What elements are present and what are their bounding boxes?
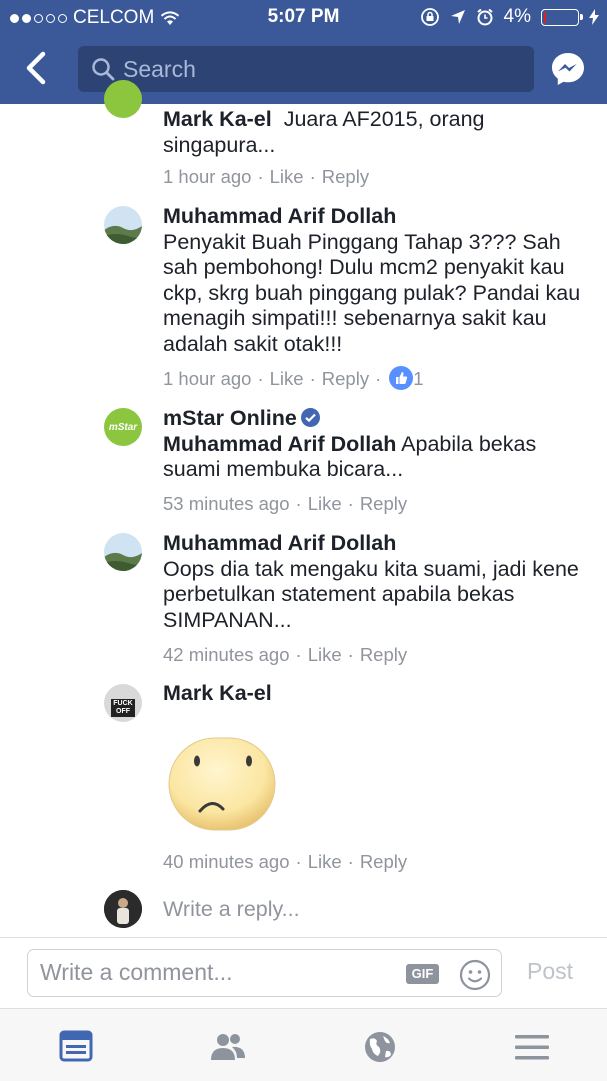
comment-time: 42 minutes ago (163, 644, 290, 665)
news-feed-icon[interactable] (56, 1027, 96, 1067)
like-link[interactable]: Like (308, 851, 342, 872)
comment-author[interactable]: Mark Ka-el (163, 681, 593, 707)
status-bar: CELCOM 5:07 PM 4% (0, 0, 607, 34)
emoji-icon[interactable] (459, 959, 491, 991)
sad-face-sticker[interactable] (165, 735, 279, 835)
comment-placeholder: Write a comment... (40, 959, 233, 985)
comment-meta: 53 minutes ago · Like · Reply (163, 493, 408, 514)
comment-composer: Write a comment... GIF Post (0, 937, 607, 1008)
reply-link[interactable]: Reply (360, 493, 407, 514)
post-button[interactable]: Post (527, 958, 573, 985)
charging-bolt-icon (589, 9, 599, 25)
comment-body: Muhammad Arif Dollah Penyakit Buah Pingg… (163, 204, 593, 357)
back-arrow-icon[interactable] (20, 50, 54, 86)
avatar[interactable] (104, 533, 142, 571)
globe-icon[interactable] (360, 1027, 400, 1067)
comment-body: mStar Online Muhammad Arif Dollah Apabil… (163, 406, 593, 483)
avatar[interactable] (104, 80, 142, 118)
like-link[interactable]: Like (308, 644, 342, 665)
search-icon (92, 58, 115, 81)
comment-time: 1 hour ago (163, 166, 252, 187)
comment-time: 53 minutes ago (163, 493, 290, 514)
comment-meta: 1 hour ago · Like · Reply (163, 166, 370, 187)
comment-input[interactable]: Write a comment... GIF (27, 949, 502, 997)
messenger-icon[interactable] (550, 51, 586, 87)
bottom-tab-bar (0, 1008, 607, 1081)
person-photo-icon (104, 890, 142, 928)
like-link[interactable]: Like (270, 368, 304, 389)
like-link[interactable]: Like (270, 166, 304, 187)
mention-link[interactable]: Muhammad Arif Dollah (163, 432, 396, 456)
landscape-photo-icon (104, 206, 142, 244)
reply-link[interactable]: Reply (322, 166, 369, 187)
comment-author[interactable]: mStar Online (163, 406, 297, 430)
comment-meta: 42 minutes ago · Like · Reply (163, 644, 408, 665)
comment-body: Muhammad Arif Dollah Oops dia tak mengak… (163, 531, 593, 633)
alarm-icon (476, 8, 493, 26)
landscape-photo-icon (104, 533, 142, 571)
battery-icon (541, 8, 583, 26)
avatar[interactable]: mStar (104, 408, 142, 446)
comment-text: Oops dia tak mengaku kita suami, jadi ke… (163, 556, 579, 632)
comment-meta: 40 minutes ago · Like · Reply (163, 851, 408, 872)
location-arrow-icon (450, 10, 465, 24)
avatar-logo-text: mStar (108, 421, 138, 433)
comment-author[interactable]: Mark Ka-el (163, 107, 272, 131)
comment-body: Mark Ka-el Juara AF2015, orang singapura… (163, 107, 593, 158)
comment-author[interactable]: Muhammad Arif Dollah (163, 204, 593, 230)
comment-meta: 1 hour ago · Like · Reply · 1 (163, 366, 424, 391)
reply-input[interactable]: Write a reply... (163, 897, 300, 922)
gif-button[interactable]: GIF (406, 964, 439, 984)
search-input[interactable]: Search (78, 46, 534, 92)
rotation-lock-icon (420, 8, 439, 26)
reply-placeholder: Write a reply... (163, 897, 300, 921)
thumbs-up-icon (389, 366, 414, 391)
like-link[interactable]: Like (308, 493, 342, 514)
avatar-shirt-text: FUCK OFF (111, 699, 135, 717)
current-user-avatar (104, 890, 142, 928)
avatar[interactable] (104, 206, 142, 244)
comment-time: 1 hour ago (163, 368, 252, 389)
search-placeholder: Search (123, 55, 196, 82)
reply-link[interactable]: Reply (360, 851, 407, 872)
reply-link[interactable]: Reply (322, 368, 369, 389)
friends-icon[interactable] (208, 1027, 248, 1067)
like-count[interactable]: 1 (413, 368, 423, 389)
comment-time: 40 minutes ago (163, 851, 290, 872)
reply-link[interactable]: Reply (360, 644, 407, 665)
verified-badge-icon (300, 407, 320, 427)
comment-body: Mark Ka-el (163, 681, 593, 707)
menu-icon[interactable] (512, 1027, 552, 1067)
avatar[interactable]: FUCK OFF (104, 684, 142, 722)
comment-text: Penyakit Buah Pinggang Tahap 3??? Sah sa… (163, 229, 581, 356)
comment-author[interactable]: Muhammad Arif Dollah (163, 531, 593, 557)
top-header: CELCOM 5:07 PM 4% Search (0, 0, 607, 104)
battery-percent: 4% (503, 6, 531, 27)
